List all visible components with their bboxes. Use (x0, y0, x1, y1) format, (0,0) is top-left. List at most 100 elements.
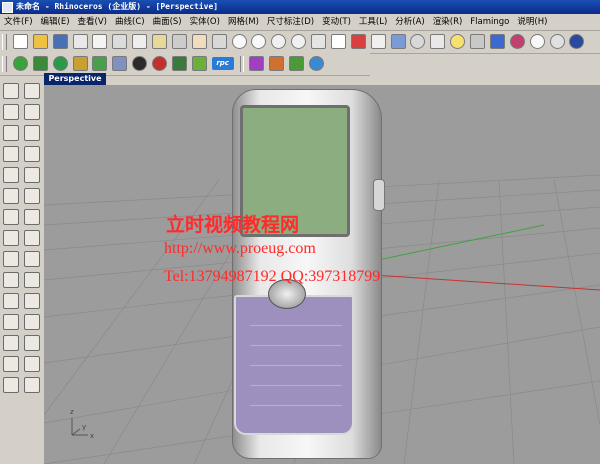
select-arrow-icon[interactable] (3, 83, 19, 99)
undo-view-icon[interactable] (311, 34, 326, 49)
mesh-sphere-icon[interactable] (549, 34, 565, 49)
leaf-icon[interactable] (191, 56, 207, 71)
explode-icon[interactable] (3, 293, 19, 309)
menu-curve[interactable]: 曲线(C) (111, 14, 149, 30)
mirror-icon[interactable] (24, 377, 40, 393)
menu-mesh[interactable]: 网格(M) (224, 14, 263, 30)
standard-toolbar (0, 31, 600, 54)
copy-object-icon[interactable] (24, 335, 40, 351)
surface-icon[interactable] (3, 230, 19, 246)
boolean-icon[interactable] (3, 272, 19, 288)
point-icon[interactable] (24, 83, 40, 99)
color-wheel-icon[interactable] (509, 34, 525, 49)
watermark-contact: Tel:13794987192 QQ:397318799 (164, 268, 381, 285)
rpc-button[interactable]: rpc (211, 57, 234, 70)
split-icon[interactable] (24, 272, 40, 288)
menu-analyze[interactable]: 分析(A) (391, 14, 428, 30)
menu-transform[interactable]: 变动(T) (318, 14, 355, 30)
menu-tools[interactable]: 工具(L) (355, 14, 391, 30)
render-magnifier-icon[interactable] (112, 56, 128, 71)
menu-flamingo[interactable]: Flamingo (466, 14, 513, 30)
material-sphere-icon[interactable] (52, 56, 68, 71)
menu-edit[interactable]: 编辑(E) (37, 14, 74, 30)
move-icon[interactable] (3, 335, 19, 351)
zoom-extents-icon[interactable] (271, 34, 287, 49)
arc-icon[interactable] (3, 146, 19, 162)
menu-surface[interactable]: 曲面(S) (149, 14, 186, 30)
dimension-icon[interactable] (24, 356, 40, 372)
fillet-icon[interactable] (24, 188, 40, 204)
car-render-icon[interactable] (350, 34, 366, 49)
four-viewports-icon[interactable] (330, 34, 346, 49)
zoom-selected-icon[interactable] (291, 34, 307, 49)
keypad-row-line (250, 385, 342, 386)
offset-icon[interactable] (3, 188, 19, 204)
new-file-icon[interactable] (12, 34, 28, 49)
red-sphere-icon[interactable] (152, 56, 167, 71)
layer-icon[interactable] (370, 34, 386, 49)
cut-icon[interactable] (112, 34, 128, 49)
camera-icon[interactable] (132, 56, 148, 71)
blue-sphere-icon[interactable] (309, 56, 324, 71)
zoom-icon[interactable] (231, 34, 247, 49)
menu-help[interactable]: 说明(H) (513, 14, 551, 30)
viewport-tab-perspective[interactable]: Perspective (44, 73, 106, 85)
pan-hand-icon[interactable] (191, 34, 207, 49)
perspective-viewport[interactable]: 立时视频教程网 http://www.proeug.com Tel:137949… (44, 85, 600, 464)
print-icon[interactable] (72, 34, 88, 49)
cylinder-icon[interactable] (24, 230, 40, 246)
join-icon[interactable] (24, 293, 40, 309)
menu-dimension[interactable]: 尺寸标注(D) (263, 14, 318, 30)
menu-render[interactable]: 渲染(R) (429, 14, 467, 30)
toolbar-grip[interactable] (2, 56, 7, 72)
extend-icon[interactable] (24, 314, 40, 330)
circle-center-icon[interactable] (24, 125, 40, 141)
wireframe-sphere-icon[interactable] (529, 34, 545, 49)
watermark-url: http://www.proeug.com (164, 240, 316, 257)
environment-icon[interactable] (92, 56, 108, 71)
green-cube-icon[interactable] (32, 56, 48, 71)
loft-icon[interactable] (3, 251, 19, 267)
menu-solid[interactable]: 实体(O) (186, 14, 224, 30)
sweep-icon[interactable] (24, 251, 40, 267)
select-icon[interactable] (390, 34, 406, 49)
circle-icon[interactable] (3, 125, 19, 141)
save-icon[interactable] (52, 34, 68, 49)
shaded-cube-icon[interactable] (489, 34, 505, 49)
render-sphere-icon[interactable] (569, 34, 585, 49)
box-icon[interactable] (3, 209, 19, 225)
sphere-icon[interactable] (24, 209, 40, 225)
toolbar-grip[interactable] (2, 34, 7, 50)
light-bulb-icon[interactable] (450, 34, 466, 49)
array-icon[interactable] (3, 377, 19, 393)
axis-label-z: z (70, 408, 74, 416)
paste-icon[interactable] (152, 34, 167, 49)
polyline-icon[interactable] (3, 104, 19, 120)
curve-icon[interactable] (24, 104, 40, 120)
rectangle-icon[interactable] (24, 146, 40, 162)
trim-icon[interactable] (3, 314, 19, 330)
undo-icon[interactable] (171, 34, 187, 49)
green-sphere-icon[interactable] (12, 56, 28, 71)
polygon-icon[interactable] (3, 167, 19, 183)
rotate-view-icon[interactable] (211, 34, 227, 49)
texture-icon[interactable] (72, 56, 88, 71)
zoom-window-icon[interactable] (251, 34, 267, 49)
copy-icon[interactable] (132, 34, 148, 49)
wrench-icon[interactable] (470, 34, 485, 49)
grid-snap-icon[interactable] (430, 34, 446, 49)
render-tool-icon[interactable] (249, 56, 265, 71)
export-icon[interactable] (92, 34, 108, 49)
target-icon[interactable] (410, 34, 426, 49)
open-folder-icon[interactable] (32, 34, 48, 49)
text-icon[interactable] (3, 356, 19, 372)
ellipse-icon[interactable] (24, 167, 40, 183)
keypad-row-line (250, 345, 342, 346)
paintbrush-icon[interactable] (269, 56, 285, 71)
menu-view[interactable]: 查看(V) (74, 14, 111, 30)
keypad-row-line (250, 405, 342, 406)
plant-icon[interactable] (171, 56, 187, 71)
keypad-row-line (250, 365, 342, 366)
menu-file[interactable]: 文件(F) (0, 14, 37, 30)
leaf-green-icon[interactable] (289, 56, 305, 71)
